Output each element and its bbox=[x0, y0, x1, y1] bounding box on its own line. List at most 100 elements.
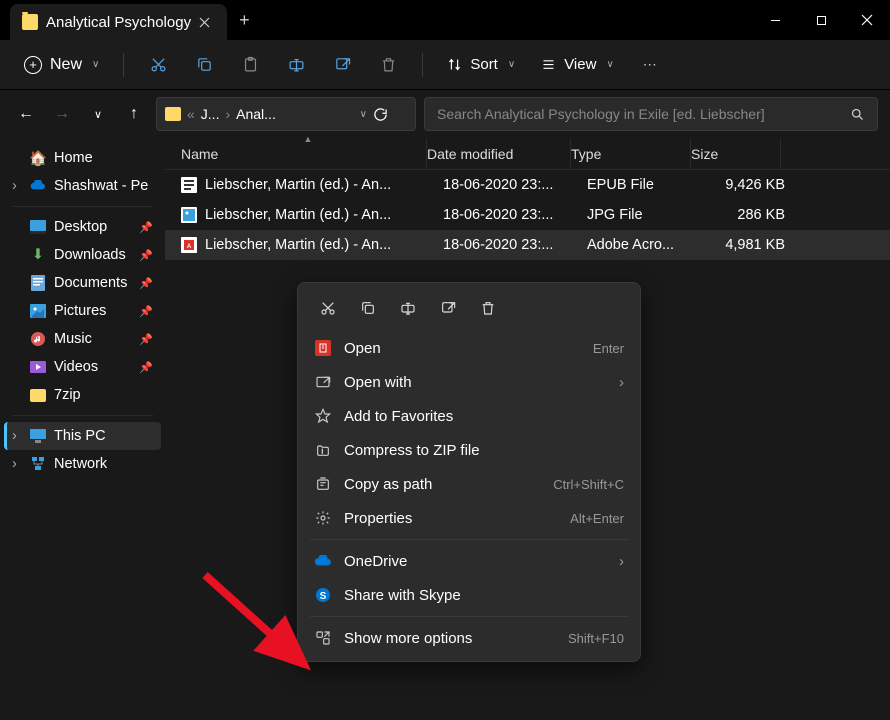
recent-button[interactable]: ∨ bbox=[84, 108, 112, 121]
file-row[interactable]: Liebscher, Martin (ed.) - An... 18-06-20… bbox=[165, 200, 890, 230]
more-options-icon bbox=[314, 629, 332, 647]
ctx-show-more[interactable]: Show more options Shift+F10 bbox=[304, 621, 634, 655]
sidebar-item-downloads[interactable]: ⬇ Downloads 📌 bbox=[4, 241, 161, 269]
up-button[interactable]: ↑ bbox=[120, 105, 148, 123]
pin-icon: 📌 bbox=[139, 277, 153, 290]
chevron-down-icon[interactable]: ∨ bbox=[360, 109, 367, 120]
refresh-button[interactable] bbox=[373, 107, 407, 122]
view-button[interactable]: View ∨ bbox=[531, 56, 624, 73]
separator bbox=[422, 53, 423, 77]
videos-icon bbox=[30, 359, 46, 375]
file-date: 18-06-2020 23:... bbox=[443, 237, 587, 253]
delete-button[interactable] bbox=[368, 47, 408, 83]
search-icon[interactable] bbox=[850, 107, 865, 122]
music-icon bbox=[30, 331, 46, 347]
sidebar-label: Music bbox=[54, 331, 92, 347]
address-bar[interactable]: « J... › Anal... ∨ bbox=[156, 97, 416, 131]
ctx-copy-button[interactable] bbox=[350, 293, 386, 323]
chevron-down-icon: ∨ bbox=[508, 59, 515, 70]
sidebar-label: Desktop bbox=[54, 219, 107, 235]
new-button[interactable]: + New ∨ bbox=[14, 50, 109, 80]
ctx-rename-button[interactable] bbox=[390, 293, 426, 323]
close-button[interactable] bbox=[844, 0, 890, 40]
sort-label: Sort bbox=[470, 56, 498, 73]
more-button[interactable]: ⋯ bbox=[630, 47, 670, 83]
pc-icon bbox=[30, 428, 46, 444]
minimize-button[interactable] bbox=[752, 0, 798, 40]
chevron-right-icon: › bbox=[619, 374, 624, 391]
ctx-hint: Shift+F10 bbox=[568, 631, 624, 646]
ctx-favorites[interactable]: Add to Favorites bbox=[304, 399, 634, 433]
home-icon: 🏠 bbox=[30, 150, 46, 166]
maximize-button[interactable] bbox=[798, 0, 844, 40]
back-button[interactable]: ← bbox=[12, 105, 40, 123]
ctx-cut-button[interactable] bbox=[310, 293, 346, 323]
close-tab-icon[interactable] bbox=[199, 17, 215, 28]
folder-icon bbox=[165, 107, 181, 121]
onedrive-icon bbox=[314, 552, 332, 570]
sidebar-item-documents[interactable]: Documents 📌 bbox=[4, 269, 161, 297]
breadcrumb-part[interactable]: J... bbox=[201, 106, 220, 122]
pdf-icon bbox=[314, 339, 332, 357]
separator bbox=[310, 539, 628, 540]
sidebar-item-network[interactable]: Network bbox=[4, 450, 161, 478]
navbar: ← → ∨ ↑ « J... › Anal... ∨ bbox=[0, 90, 890, 138]
sidebar-label: Home bbox=[54, 150, 93, 166]
toolbar: + New ∨ Sort ∨ View ∨ ⋯ bbox=[0, 40, 890, 90]
ctx-share-button[interactable] bbox=[430, 293, 466, 323]
search-input[interactable] bbox=[437, 106, 850, 122]
ctx-compress[interactable]: Compress to ZIP file bbox=[304, 433, 634, 467]
rename-button[interactable] bbox=[276, 47, 316, 83]
ctx-label: Copy as path bbox=[344, 476, 541, 493]
zip-icon bbox=[314, 441, 332, 459]
star-icon bbox=[314, 407, 332, 425]
separator bbox=[123, 53, 124, 77]
sidebar-item-home[interactable]: 🏠 Home bbox=[4, 144, 161, 172]
properties-icon bbox=[314, 509, 332, 527]
sort-button[interactable]: Sort ∨ bbox=[437, 56, 525, 73]
cut-button[interactable] bbox=[138, 47, 178, 83]
window-tab[interactable]: Analytical Psychology bbox=[10, 4, 227, 40]
search-box[interactable] bbox=[424, 97, 878, 131]
pin-icon: 📌 bbox=[139, 221, 153, 234]
network-icon bbox=[30, 456, 46, 472]
file-name: Liebscher, Martin (ed.) - An... bbox=[205, 177, 443, 193]
ctx-label: Share with Skype bbox=[344, 587, 624, 604]
column-header-name[interactable]: ▲ Name bbox=[181, 138, 427, 169]
file-row[interactable]: Liebscher, Martin (ed.) - An... 18-06-20… bbox=[165, 170, 890, 200]
chevron-down-icon: ∨ bbox=[606, 59, 613, 70]
sidebar-item-videos[interactable]: Videos 📌 bbox=[4, 353, 161, 381]
paste-button[interactable] bbox=[230, 47, 270, 83]
breadcrumb-part[interactable]: Anal... bbox=[236, 106, 276, 122]
breadcrumb-sep: « bbox=[187, 106, 195, 122]
sidebar: 🏠 Home Shashwat - Pe Desktop 📌 ⬇ Downloa… bbox=[0, 138, 165, 720]
new-tab-button[interactable]: + bbox=[239, 10, 250, 31]
sort-asc-icon: ▲ bbox=[304, 134, 313, 144]
ctx-open-with[interactable]: Open with › bbox=[304, 365, 634, 399]
ctx-delete-button[interactable] bbox=[470, 293, 506, 323]
ctx-properties[interactable]: Properties Alt+Enter bbox=[304, 501, 634, 535]
sidebar-item-pictures[interactable]: Pictures 📌 bbox=[4, 297, 161, 325]
pin-icon: 📌 bbox=[139, 249, 153, 262]
sidebar-item-thispc[interactable]: This PC bbox=[4, 422, 161, 450]
sidebar-item-onedrive[interactable]: Shashwat - Pe bbox=[4, 172, 161, 200]
file-row[interactable]: A Liebscher, Martin (ed.) - An... 18-06-… bbox=[165, 230, 890, 260]
ctx-open[interactable]: Open Enter bbox=[304, 331, 634, 365]
sidebar-item-desktop[interactable]: Desktop 📌 bbox=[4, 213, 161, 241]
copy-button[interactable] bbox=[184, 47, 224, 83]
window-controls bbox=[752, 0, 890, 40]
ctx-skype[interactable]: S Share with Skype bbox=[304, 578, 634, 612]
file-type: EPUB File bbox=[587, 177, 707, 193]
sidebar-item-7zip[interactable]: 7zip bbox=[4, 381, 161, 409]
share-button[interactable] bbox=[322, 47, 362, 83]
column-header-type[interactable]: Type bbox=[571, 138, 691, 169]
separator bbox=[12, 206, 153, 207]
ctx-onedrive[interactable]: OneDrive › bbox=[304, 544, 634, 578]
column-header-date[interactable]: Date modified bbox=[427, 138, 571, 169]
breadcrumb-sep: › bbox=[225, 106, 230, 122]
sidebar-item-music[interactable]: Music 📌 bbox=[4, 325, 161, 353]
forward-button[interactable]: → bbox=[48, 105, 76, 123]
column-header-size[interactable]: Size bbox=[691, 138, 781, 169]
ctx-copy-path[interactable]: Copy as path Ctrl+Shift+C bbox=[304, 467, 634, 501]
column-headers: ▲ Name Date modified Type Size bbox=[165, 138, 890, 170]
